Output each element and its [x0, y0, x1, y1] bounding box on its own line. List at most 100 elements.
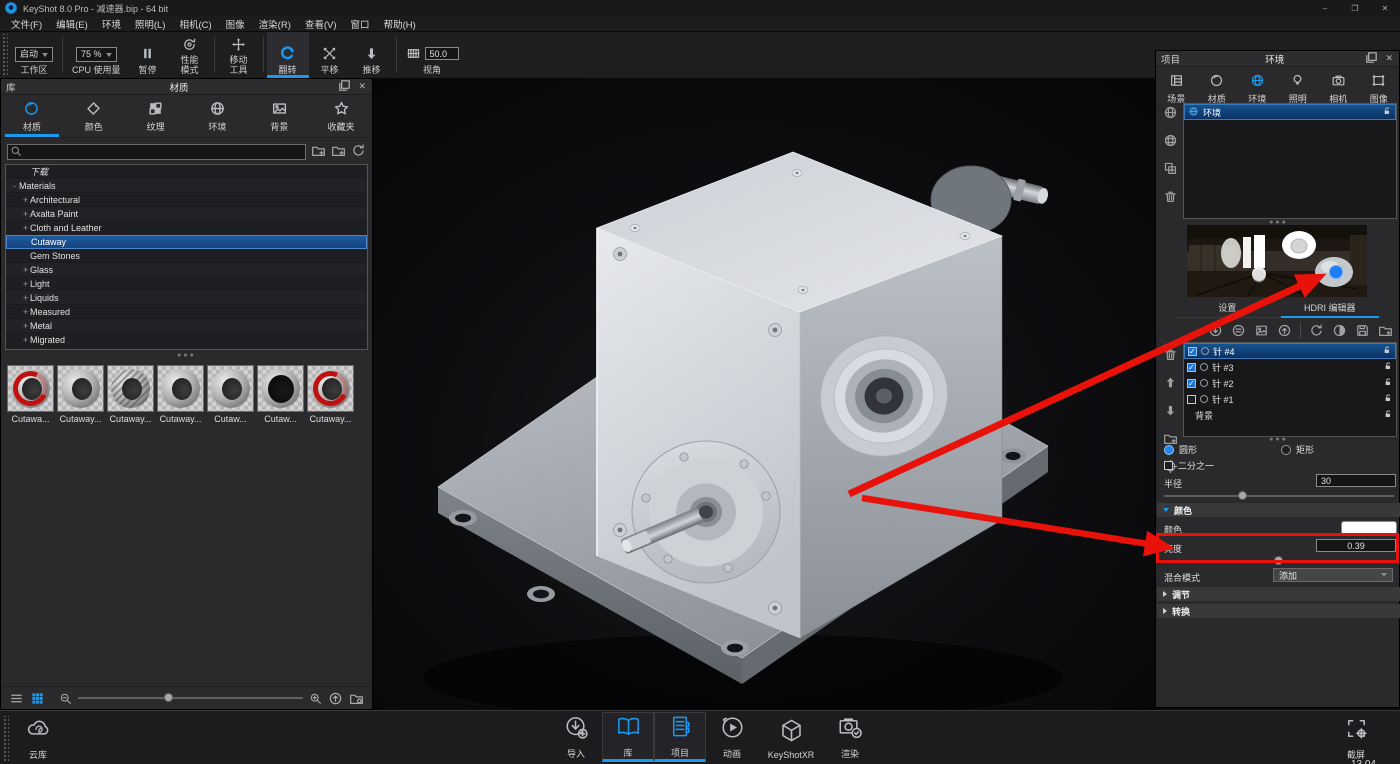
library-tab-backgrounds[interactable]: 背景 — [248, 95, 310, 137]
move-up-icon[interactable] — [1163, 375, 1178, 395]
library-tab-favorites[interactable]: 收藏夹 — [310, 95, 372, 137]
half-option[interactable]: 二分之一 — [1164, 459, 1214, 472]
menu-item[interactable]: 查看(V) — [298, 17, 344, 31]
float-panel-icon[interactable] — [1364, 50, 1379, 68]
library-tab-environments[interactable]: 环境 — [186, 95, 248, 137]
section-header-adjust[interactable]: 调节 — [1157, 587, 1400, 601]
minimize-button[interactable]: – — [1310, 0, 1340, 16]
move-down-icon[interactable] — [1163, 403, 1178, 423]
menu-item[interactable]: 帮助(H) — [377, 17, 423, 31]
workspace-dropdown[interactable]: 启动 — [15, 47, 53, 62]
thumbnail-size-slider[interactable] — [78, 693, 303, 703]
refresh-icon[interactable] — [351, 143, 366, 158]
dock-grip[interactable] — [2, 716, 9, 762]
pin-extract-icon[interactable] — [1277, 323, 1292, 338]
tree-item-architectural[interactable]: +Architectural — [6, 193, 367, 207]
color-swatch[interactable] — [1341, 521, 1397, 535]
dock-item-keyshotxr[interactable]: KeyShotXR — [758, 712, 824, 762]
material-thumbnail[interactable]: Cutaway... — [307, 365, 354, 424]
save-icon[interactable] — [1355, 323, 1370, 338]
radio-circle[interactable] — [1164, 445, 1174, 455]
fov-button[interactable]: 视角 — [400, 32, 465, 78]
brightness-input[interactable] — [1316, 539, 1396, 552]
search-input[interactable] — [7, 144, 306, 160]
tree-item-liquids[interactable]: +Liquids — [6, 291, 367, 305]
dock-item-cloud-library[interactable]: 云库 — [12, 713, 64, 763]
hdri-preview[interactable] — [1187, 225, 1367, 297]
expander-icon[interactable]: + — [21, 321, 30, 331]
menu-item[interactable]: 窗口 — [344, 17, 377, 31]
library-tab-colors[interactable]: 颜色 — [63, 95, 125, 137]
tree-item-materials[interactable]: -Materials — [6, 179, 367, 193]
upload-cloud-icon[interactable] — [328, 691, 343, 706]
tumble-button[interactable]: 翻转 — [267, 32, 309, 78]
radius-slider[interactable] — [1164, 491, 1394, 501]
material-thumbnail[interactable]: Cutawa... — [7, 365, 54, 424]
material-thumbnail[interactable]: Cutaw... — [257, 365, 304, 424]
dock-item-project[interactable]: 项目 — [654, 712, 706, 762]
refresh-icon[interactable] — [1309, 323, 1324, 338]
expander-icon[interactable]: + — [21, 293, 30, 303]
cpu-usage-dropdown[interactable]: 75 % — [76, 47, 117, 62]
pin-visibility-checkbox[interactable] — [1188, 347, 1197, 356]
expander-icon[interactable]: + — [21, 195, 30, 205]
unlock-icon[interactable] — [1383, 409, 1393, 421]
cpu-usage-button[interactable]: 75 % CPU 使用量 — [66, 32, 127, 78]
tree-item-cutaway[interactable]: Cutaway — [6, 235, 367, 249]
section-header-transform[interactable]: 转换 — [1157, 604, 1400, 618]
folder-settings-icon[interactable] — [349, 691, 364, 706]
expander-icon[interactable]: + — [21, 307, 30, 317]
expander-icon[interactable]: + — [21, 265, 30, 275]
close-button[interactable]: ✕ — [1370, 0, 1400, 16]
pin-item[interactable]: 针 #3 — [1184, 359, 1396, 375]
pin-half-icon[interactable] — [1231, 323, 1246, 338]
expander-icon[interactable]: + — [21, 279, 30, 289]
close-panel-icon[interactable]: ✕ — [1385, 53, 1393, 64]
menu-item[interactable]: 照明(L) — [128, 17, 173, 31]
fov-input[interactable] — [425, 47, 459, 60]
pin-image-icon[interactable] — [1254, 323, 1269, 338]
menu-item[interactable]: 编辑(E) — [49, 17, 95, 31]
radius-input[interactable] — [1316, 474, 1396, 487]
trash-icon[interactable] — [1163, 189, 1178, 209]
globe-icon[interactable] — [1163, 105, 1178, 125]
tree-item-glass[interactable]: +Glass — [6, 263, 367, 277]
tree-item-light[interactable]: +Light — [6, 277, 367, 291]
menu-item[interactable]: 图像 — [219, 17, 252, 31]
pin-visibility-checkbox[interactable] — [1187, 363, 1196, 372]
shape-rect-option[interactable]: 矩形 — [1281, 443, 1314, 456]
toolbar-grip[interactable] — [1, 34, 8, 76]
contrast-icon[interactable] — [1332, 323, 1347, 338]
tree-item-measured[interactable]: +Measured — [6, 305, 367, 319]
color-section-header[interactable]: 颜色 — [1157, 503, 1400, 517]
maximize-button[interactable]: ❐ — [1340, 0, 1370, 16]
pin-visibility-checkbox[interactable] — [1187, 379, 1196, 388]
material-thumbnail[interactable]: Cutaw... — [207, 365, 254, 424]
menu-item[interactable]: 渲染(R) — [252, 17, 298, 31]
half-checkbox[interactable] — [1164, 461, 1173, 470]
list-view-icon[interactable] — [9, 691, 24, 706]
library-tab-materials[interactable]: 材质 — [1, 95, 63, 137]
hdri-tab-settings[interactable]: 设置 — [1176, 301, 1279, 317]
hdri-tab-hdri-editor[interactable]: HDRI 编辑器 — [1279, 301, 1382, 317]
unlock-icon[interactable] — [1383, 393, 1393, 405]
menu-item[interactable]: 环境 — [95, 17, 128, 31]
pin-add-icon[interactable] — [1208, 323, 1223, 338]
tree-item-gem-stones[interactable]: Gem Stones — [6, 249, 367, 263]
material-thumbnail[interactable]: Cutaway... — [57, 365, 104, 424]
tree-item-metal[interactable]: +Metal — [6, 319, 367, 333]
dock-item-library[interactable]: 库 — [602, 712, 654, 762]
shape-circle-option[interactable]: 圆形 — [1164, 443, 1197, 456]
zoom-out-icon[interactable] — [59, 692, 72, 705]
trash-icon[interactable] — [1163, 347, 1178, 367]
unlock-icon[interactable] — [1383, 361, 1393, 373]
pin-item[interactable]: 针 #1 — [1184, 391, 1396, 407]
dock-item-animation[interactable]: 动画 — [706, 712, 758, 762]
unlock-icon[interactable] — [1382, 345, 1392, 357]
zoom-in-icon[interactable] — [309, 692, 322, 705]
pause-button[interactable]: 暂停 — [127, 32, 169, 78]
duplicate-icon[interactable] — [1163, 161, 1178, 181]
menu-item[interactable]: 文件(F) — [4, 17, 49, 31]
dock-item-render[interactable]: 渲染 — [824, 712, 876, 762]
dock-item-screenshot[interactable]: 截屏 — [1330, 713, 1382, 763]
